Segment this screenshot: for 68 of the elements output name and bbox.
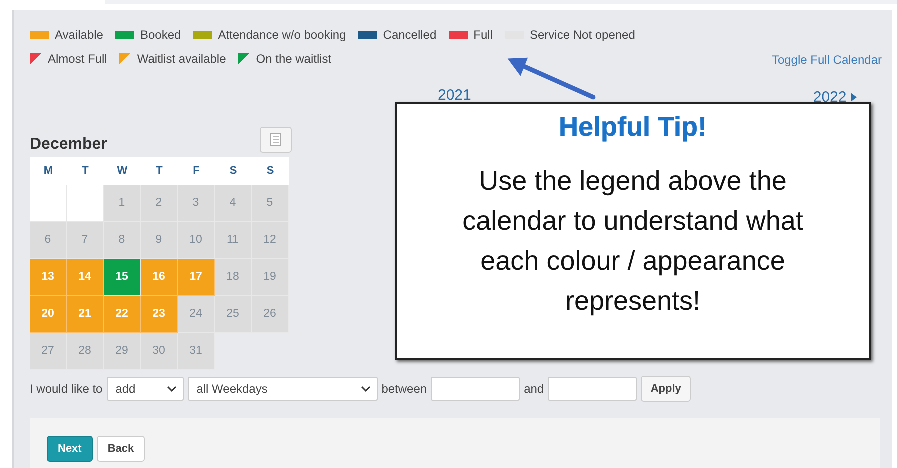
day-cell: 27 <box>30 333 67 370</box>
tip-title: Helpful Tip! <box>558 112 708 143</box>
year-link[interactable]: 2022 <box>813 87 857 107</box>
day-cell: 7 <box>67 222 104 259</box>
day-cell: 19 <box>252 259 289 296</box>
play-triangle-icon <box>850 92 857 102</box>
day-cell: 11 <box>215 222 252 259</box>
legend-label: Service Not opened <box>530 28 636 42</box>
day-cell: 26 <box>252 296 289 333</box>
day-cell: 2 <box>141 185 178 222</box>
day-cell[interactable]: 14 <box>67 259 104 296</box>
start-date-field[interactable] <box>431 377 520 401</box>
day-cell: 4 <box>215 185 252 222</box>
day-cell: 3 <box>178 185 215 222</box>
day-cell: 10 <box>178 222 215 259</box>
apply-button[interactable]: Apply <box>641 376 692 402</box>
day-cell: 28 <box>67 333 104 370</box>
day-cell: 9 <box>141 222 178 259</box>
day-cell: 31 <box>178 333 215 370</box>
next-button[interactable]: Next <box>47 436 93 462</box>
day-cell: 6 <box>30 222 67 259</box>
day-cell: 29 <box>104 333 141 370</box>
year-link[interactable]: 2021 <box>438 87 472 107</box>
tip-text: Use the legend above the calendar to understand what each colour / appearance represents! <box>462 165 804 318</box>
legend-label: Attendance w/o booking <box>218 28 346 42</box>
day-cell: 1 <box>104 185 141 222</box>
legend-label: Almost Full <box>48 52 108 66</box>
weekday-header: S <box>215 157 252 185</box>
chevron-down-icon <box>166 386 177 392</box>
day-cell[interactable]: 17 <box>178 259 215 296</box>
day-cell: 8 <box>104 222 141 259</box>
legend-label: Cancelled <box>383 28 437 42</box>
weekday-header: F <box>178 157 215 185</box>
day-cell[interactable]: 16 <box>141 259 178 296</box>
legend-label: On the waitlist <box>256 52 332 66</box>
form-label: and <box>524 382 544 396</box>
legend-label: Available <box>55 28 104 42</box>
day-cell: 30 <box>141 333 178 370</box>
end-date-field[interactable] <box>548 377 638 401</box>
day-cell: 5 <box>252 185 289 222</box>
day-cell: 24 <box>178 296 215 333</box>
chevron-down-icon <box>360 386 371 392</box>
action-select[interactable]: add <box>106 377 184 401</box>
weekdays-select[interactable]: all Weekdays <box>188 377 378 401</box>
day-cell[interactable]: 15 <box>104 259 141 296</box>
back-button[interactable]: Back <box>96 436 146 462</box>
document-icon <box>270 133 282 147</box>
day-cell[interactable]: 21 <box>67 296 104 333</box>
legend-label: Waitlist available <box>137 52 226 66</box>
month-title: December <box>30 136 108 154</box>
day-cell[interactable]: 22 <box>104 296 141 333</box>
document-button[interactable] <box>260 127 292 153</box>
day-cell[interactable]: 13 <box>30 259 67 296</box>
legend-label: Full <box>474 28 493 42</box>
weekday-header: W <box>104 157 141 185</box>
form-label: between <box>382 382 428 396</box>
day-cell[interactable]: 20 <box>30 296 67 333</box>
weekday-header: T <box>141 157 178 185</box>
weekday-header: M <box>30 157 67 185</box>
day-cell[interactable]: 23 <box>141 296 178 333</box>
day-cell: 12 <box>252 222 289 259</box>
day-cell: 25 <box>215 296 252 333</box>
form-label: I would like to <box>30 382 103 396</box>
legend-label: Booked <box>140 28 182 42</box>
weekday-header: T <box>67 157 104 185</box>
toggle-calendar-link[interactable]: Toggle Full Calendar <box>772 53 882 67</box>
day-cell: 18 <box>215 259 252 296</box>
weekday-header: S <box>252 157 289 185</box>
